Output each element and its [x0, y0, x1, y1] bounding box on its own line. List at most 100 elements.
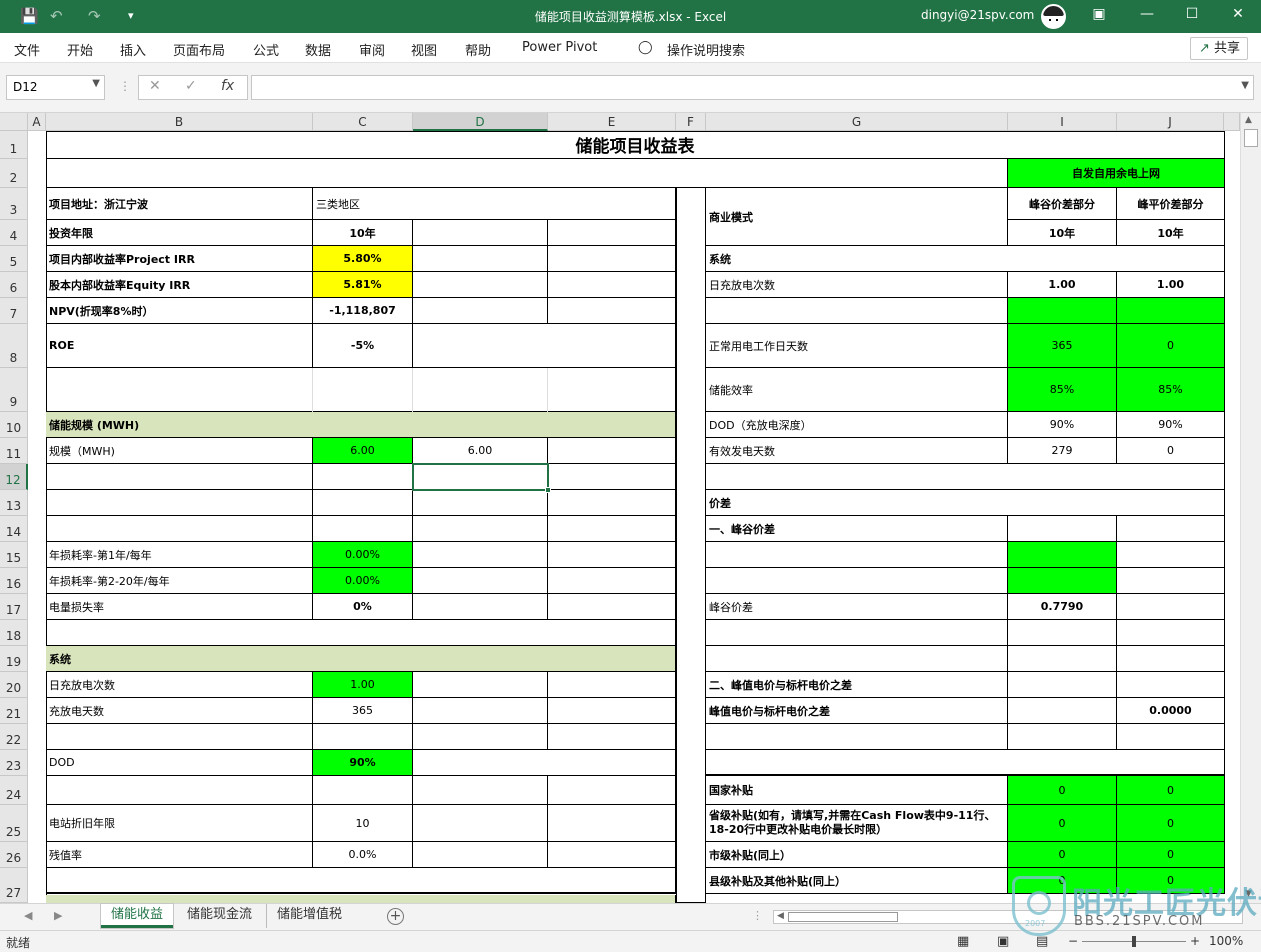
cell[interactable]: 规模（MWH) [46, 438, 313, 464]
cell[interactable] [46, 368, 676, 412]
cell[interactable] [413, 698, 548, 724]
enter-icon[interactable]: ✓ [185, 78, 197, 94]
cell[interactable] [413, 298, 548, 324]
cell[interactable] [1008, 724, 1117, 750]
avatar[interactable] [1041, 4, 1066, 29]
col-header-k[interactable] [1224, 113, 1240, 131]
cell[interactable]: 10年 [1117, 220, 1225, 246]
cell[interactable]: 一、峰谷价差 [706, 516, 1008, 542]
cell[interactable] [46, 868, 676, 894]
row-header[interactable]: 21 [0, 698, 28, 724]
row-header[interactable]: 5 [0, 246, 28, 272]
cell[interactable]: DOD（充放电深度） [706, 412, 1008, 438]
col-header-c[interactable]: C [313, 113, 413, 131]
row-header[interactable]: 9 [0, 368, 28, 412]
horizontal-scrollbar[interactable]: ◀ [773, 910, 1243, 924]
cell[interactable]: 峰值电价与标杆电价之差 [706, 698, 1008, 724]
cell[interactable] [706, 646, 1008, 672]
cell[interactable] [548, 594, 676, 620]
worksheet-grid[interactable]: A B C D E F G I J 1 2 3 4 5 6 7 8 9 10 1… [0, 113, 1240, 903]
cell[interactable] [413, 750, 676, 776]
cell[interactable]: 正常用电工作日天数 [706, 324, 1008, 368]
cell[interactable]: DOD [46, 750, 313, 776]
row-header[interactable]: 18 [0, 620, 28, 646]
cell[interactable]: 85% [1008, 368, 1117, 412]
row-header[interactable]: 4 [0, 220, 28, 246]
menu-home[interactable]: 开始 [67, 40, 93, 59]
menu-power-pivot[interactable]: Power Pivot [522, 40, 597, 55]
cell[interactable]: 项目地址：浙江宁波 [46, 188, 313, 220]
cell[interactable]: -1,118,807 [313, 298, 413, 324]
cell[interactable]: 电量损失率 [46, 594, 313, 620]
cell[interactable] [706, 568, 1008, 594]
cell[interactable] [548, 298, 676, 324]
cell[interactable] [548, 672, 676, 698]
cell[interactable] [548, 516, 676, 542]
zoom-slider-thumb[interactable] [1132, 936, 1136, 947]
row-header[interactable]: 3 [0, 188, 28, 220]
cell[interactable] [46, 516, 313, 542]
cell[interactable]: 90% [1117, 412, 1225, 438]
cell[interactable] [313, 464, 413, 490]
cell[interactable]: 二、峰值电价与标杆电价之差 [706, 672, 1008, 698]
cell[interactable]: 10年 [1008, 220, 1117, 246]
cell[interactable] [46, 490, 313, 516]
cell[interactable]: 10年 [313, 220, 413, 246]
col-header-f[interactable]: F [676, 113, 706, 131]
tell-me-search[interactable]: 操作说明搜索 [667, 40, 745, 59]
cell[interactable] [706, 620, 1008, 646]
cell[interactable]: 365 [1008, 324, 1117, 368]
cell[interactable] [313, 490, 413, 516]
cell[interactable]: 0.0% [313, 842, 413, 868]
cell[interactable]: 10 [313, 805, 413, 842]
cell[interactable] [413, 272, 548, 298]
cell[interactable] [413, 776, 548, 805]
cell[interactable]: 系统 [706, 246, 1225, 272]
cell[interactable]: 省级补贴(如有，请填写,并需在Cash Flow表中9-11行、18-20行中更… [706, 805, 1008, 842]
col-header-a[interactable]: A [28, 113, 46, 131]
expand-formula-icon[interactable]: ▼ [1241, 80, 1249, 91]
cell[interactable] [1008, 620, 1117, 646]
zoom-out-icon[interactable]: − [1068, 934, 1078, 948]
prev-sheet-icon[interactable]: ◀ [24, 909, 32, 922]
cell[interactable]: 0 [1117, 868, 1225, 894]
menu-page-layout[interactable]: 页面布局 [173, 40, 225, 59]
cell[interactable]: ROE [46, 324, 313, 368]
cell[interactable]: 峰谷价差 [706, 594, 1008, 620]
row-header[interactable]: 19 [0, 646, 28, 672]
col-header-g[interactable]: G [706, 113, 1008, 131]
normal-view-icon[interactable]: ▦ [957, 934, 969, 949]
cell[interactable]: 充放电天数 [46, 698, 313, 724]
cell[interactable] [1008, 568, 1117, 594]
cell[interactable]: 1.00 [1008, 272, 1117, 298]
cancel-icon[interactable]: ✕ [149, 78, 161, 94]
cell[interactable] [413, 672, 548, 698]
cell[interactable] [706, 298, 1008, 324]
cell[interactable]: 279 [1008, 438, 1117, 464]
row-header[interactable]: 2 [0, 159, 28, 188]
section-header[interactable]: 储能规模 (MWH) [46, 412, 676, 438]
cell[interactable]: 项目内部收益率Project IRR [46, 246, 313, 272]
scroll-up-icon[interactable]: ▲ [1245, 115, 1252, 125]
cell[interactable] [706, 542, 1008, 568]
cell[interactable] [413, 842, 548, 868]
cell[interactable] [1117, 724, 1225, 750]
col-header-j[interactable]: J [1117, 113, 1224, 131]
cell[interactable]: 股本内部收益率Equity IRR [46, 272, 313, 298]
cell[interactable]: 5.81% [313, 272, 413, 298]
sheet-title[interactable]: 储能项目收益表 [46, 131, 1225, 159]
cell[interactable]: 0 [1117, 438, 1225, 464]
row-header[interactable]: 6 [0, 272, 28, 298]
sheet-tab-storage-vat[interactable]: 储能增值税 [266, 904, 352, 928]
scroll-thumb[interactable] [1244, 129, 1258, 147]
zoom-level[interactable]: 100% [1209, 934, 1243, 948]
row-header[interactable]: 27 [0, 868, 28, 903]
cell[interactable]: 日充放电次数 [706, 272, 1008, 298]
cell[interactable] [1117, 672, 1225, 698]
cell[interactable]: 0 [1117, 776, 1225, 805]
cell[interactable]: 国家补贴 [706, 776, 1008, 805]
cell[interactable]: 0.00% [313, 542, 413, 568]
active-cell-selection[interactable] [412, 463, 549, 491]
cell[interactable] [313, 776, 413, 805]
cell[interactable]: 年损耗率-第1年/每年 [46, 542, 313, 568]
